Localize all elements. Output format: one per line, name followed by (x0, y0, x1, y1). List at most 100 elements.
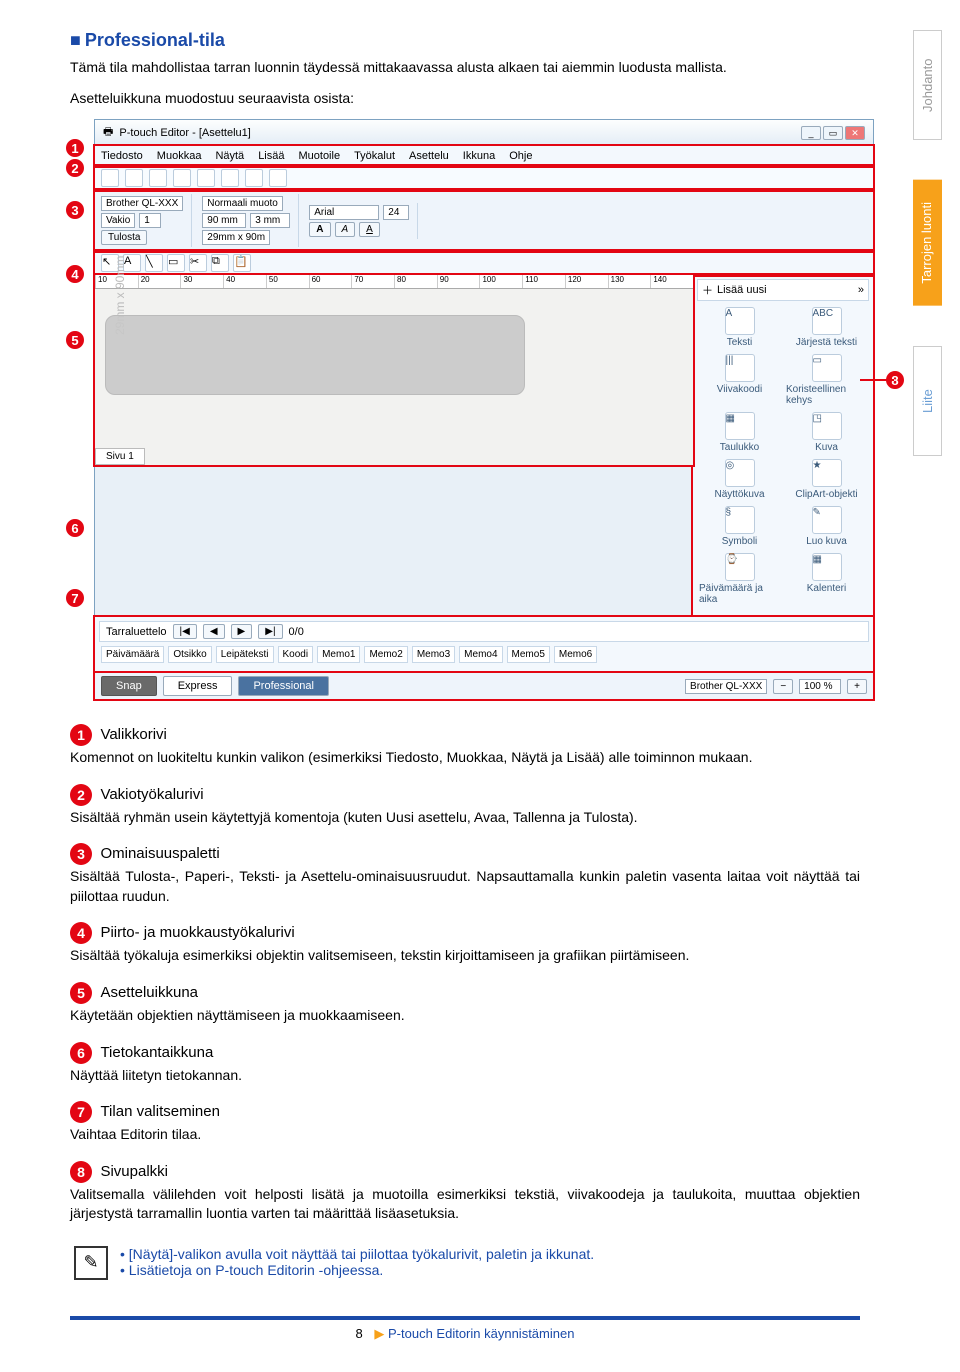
db-last-button[interactable]: ▶| (258, 624, 282, 639)
menu-ohje[interactable]: Ohje (509, 150, 532, 162)
width-input[interactable]: 90 mm (202, 213, 246, 228)
sidebar-item-label: Kalenteri (807, 583, 846, 594)
close-button[interactable]: ✕ (845, 126, 865, 140)
callout-6: 6 (64, 517, 86, 539)
desc-num: 8 (70, 1161, 92, 1183)
sidebar-item-3[interactable]: ▭Koristeellinen kehys (786, 354, 867, 406)
menu-ikkuna[interactable]: Ikkuna (463, 150, 495, 162)
db-prev-button[interactable]: ◀ (203, 624, 225, 639)
sidebar-item-5[interactable]: ◳Kuva (786, 412, 867, 453)
minimize-button[interactable]: _ (801, 126, 821, 140)
desc-title: Tilan valitseminen (100, 1103, 220, 1120)
mode-express-button[interactable]: Express (163, 676, 233, 696)
menu-muokkaa[interactable]: Muokkaa (157, 150, 202, 162)
sidebar-icon: A (725, 307, 755, 335)
draw-toolbar: ↖ A ╲ ▭ ✂ ⧉ 📋 (95, 251, 873, 275)
height-input[interactable]: 3 mm (250, 213, 290, 228)
tab-liite[interactable]: Liite (913, 346, 942, 456)
db-next-button[interactable]: ▶ (231, 624, 253, 639)
zoom-value[interactable]: 100 % (799, 679, 841, 694)
open-icon[interactable] (125, 169, 143, 187)
fontsize-select[interactable]: 24 (383, 205, 409, 220)
font-select[interactable]: Arial (309, 205, 379, 220)
sidebar-item-label: Symboli (722, 536, 758, 547)
mode-snap-button[interactable]: Snap (101, 676, 157, 696)
sidebar-icon: ▦ (725, 412, 755, 440)
print-button[interactable]: Tulosta (101, 230, 147, 245)
tab-tarrojen-luonti[interactable]: Tarrojen luonti (913, 180, 942, 306)
menu-muotoile[interactable]: Muotoile (298, 150, 340, 162)
sidebar-item-0[interactable]: ATeksti (699, 307, 780, 348)
standard-toolbar (95, 166, 873, 190)
db-field-5[interactable]: Memo2 (364, 646, 407, 663)
plus-icon: ＋ (702, 282, 713, 298)
page-number: 8 (356, 1326, 363, 1341)
menu-tiedosto[interactable]: Tiedosto (101, 150, 143, 162)
tab-johdanto[interactable]: Johdanto (913, 30, 942, 140)
db-field-3[interactable]: Koodi (278, 646, 314, 663)
zoom-out-button[interactable]: − (773, 679, 793, 694)
italic-button[interactable]: A (335, 222, 356, 237)
db-field-6[interactable]: Memo3 (412, 646, 455, 663)
sidebar-item-2[interactable]: |||Viivakoodi (699, 354, 780, 406)
db-field-2[interactable]: Leipäteksti (216, 646, 274, 663)
db-field-8[interactable]: Memo5 (507, 646, 550, 663)
menu-tyokalut[interactable]: Työkalut (354, 150, 395, 162)
paste-tool-icon[interactable]: 📋 (233, 254, 251, 272)
app-window: 🖶 P-touch Editor - [Asettelu1] _ ▭ ✕ Tie… (94, 119, 874, 700)
chevron-right-icon[interactable]: » (858, 284, 864, 296)
copy-tool-icon[interactable]: ⧉ (211, 254, 229, 272)
label-shape[interactable] (105, 315, 525, 395)
save-icon[interactable] (149, 169, 167, 187)
desc-text: Näyttää liitetyn tietokannan. (70, 1066, 860, 1086)
page-tab-1[interactable]: Sivu 1 (95, 448, 145, 465)
sidebar-icon: ★ (812, 459, 842, 487)
db-field-9[interactable]: Memo6 (554, 646, 597, 663)
paste-icon[interactable] (221, 169, 239, 187)
maximize-button[interactable]: ▭ (823, 126, 843, 140)
desc-num: 4 (70, 922, 92, 944)
cut-icon[interactable] (173, 169, 191, 187)
qty-input[interactable]: 1 (139, 213, 161, 228)
db-title: Tarraluettelo (106, 626, 167, 638)
desc-item-3: 3 OminaisuuspalettiSisältää Tulosta-, Pa… (70, 843, 860, 906)
desc-text: Komennot on luokiteltu kunkin valikon (e… (70, 748, 860, 768)
status-printer[interactable]: Brother QL-XXX (685, 679, 767, 694)
database-window: Tarraluettelo |◀ ◀ ▶ ▶| 0/0 PäivämääräOt… (95, 617, 873, 671)
line-tool-icon[interactable]: ╲ (145, 254, 163, 272)
scissors-icon[interactable]: ✂ (189, 254, 207, 272)
underline-button[interactable]: A (359, 222, 380, 237)
desc-text: Sisältää ryhmän usein käytettyjä komento… (70, 808, 860, 828)
db-field-7[interactable]: Memo4 (459, 646, 502, 663)
menu-asettelu[interactable]: Asettelu (409, 150, 449, 162)
sidebar-item-1[interactable]: ABCJärjestä teksti (786, 307, 867, 348)
printer-select[interactable]: Brother QL-XXX (101, 196, 183, 211)
sidebar-item-6[interactable]: ◎Näyttökuva (699, 459, 780, 500)
sidebar-item-4[interactable]: ▦Taulukko (699, 412, 780, 453)
sidebar-item-8[interactable]: §Symboli (699, 506, 780, 547)
redo-icon[interactable] (269, 169, 287, 187)
rect-tool-icon[interactable]: ▭ (167, 254, 185, 272)
desc-title: Tietokantaikkuna (100, 1044, 213, 1061)
sidebar-item-10[interactable]: ⌚Päivämäärä ja aika (699, 553, 780, 605)
mode-professional-button[interactable]: Professional (238, 676, 329, 696)
new-icon[interactable] (101, 169, 119, 187)
copy-icon[interactable] (197, 169, 215, 187)
undo-icon[interactable] (245, 169, 263, 187)
db-field-4[interactable]: Memo1 (317, 646, 360, 663)
desc-item-5: 5 AsetteluikkunaKäytetään objektien näyt… (70, 982, 860, 1026)
menu-nayta[interactable]: Näytä (215, 150, 244, 162)
sidebar-item-7[interactable]: ★ClipArt-objekti (786, 459, 867, 500)
db-first-button[interactable]: |◀ (173, 624, 197, 639)
menu-lisaa[interactable]: Lisää (258, 150, 284, 162)
zoom-in-button[interactable]: + (847, 679, 867, 694)
mode-select[interactable]: Normaali muoto (202, 196, 283, 211)
bold-button[interactable]: A (309, 222, 330, 237)
sidebar-item-9[interactable]: ✎Luo kuva (786, 506, 867, 547)
media-select[interactable]: Vakio (101, 213, 135, 228)
db-field-0[interactable]: Päivämäärä (101, 646, 164, 663)
layout-window[interactable]: 102030405060708090100110120130140 29mm x… (95, 275, 693, 465)
size-combo[interactable]: 29mm x 90m (202, 230, 270, 245)
db-field-1[interactable]: Otsikko (168, 646, 211, 663)
sidebar-item-11[interactable]: ▦Kalenteri (786, 553, 867, 605)
